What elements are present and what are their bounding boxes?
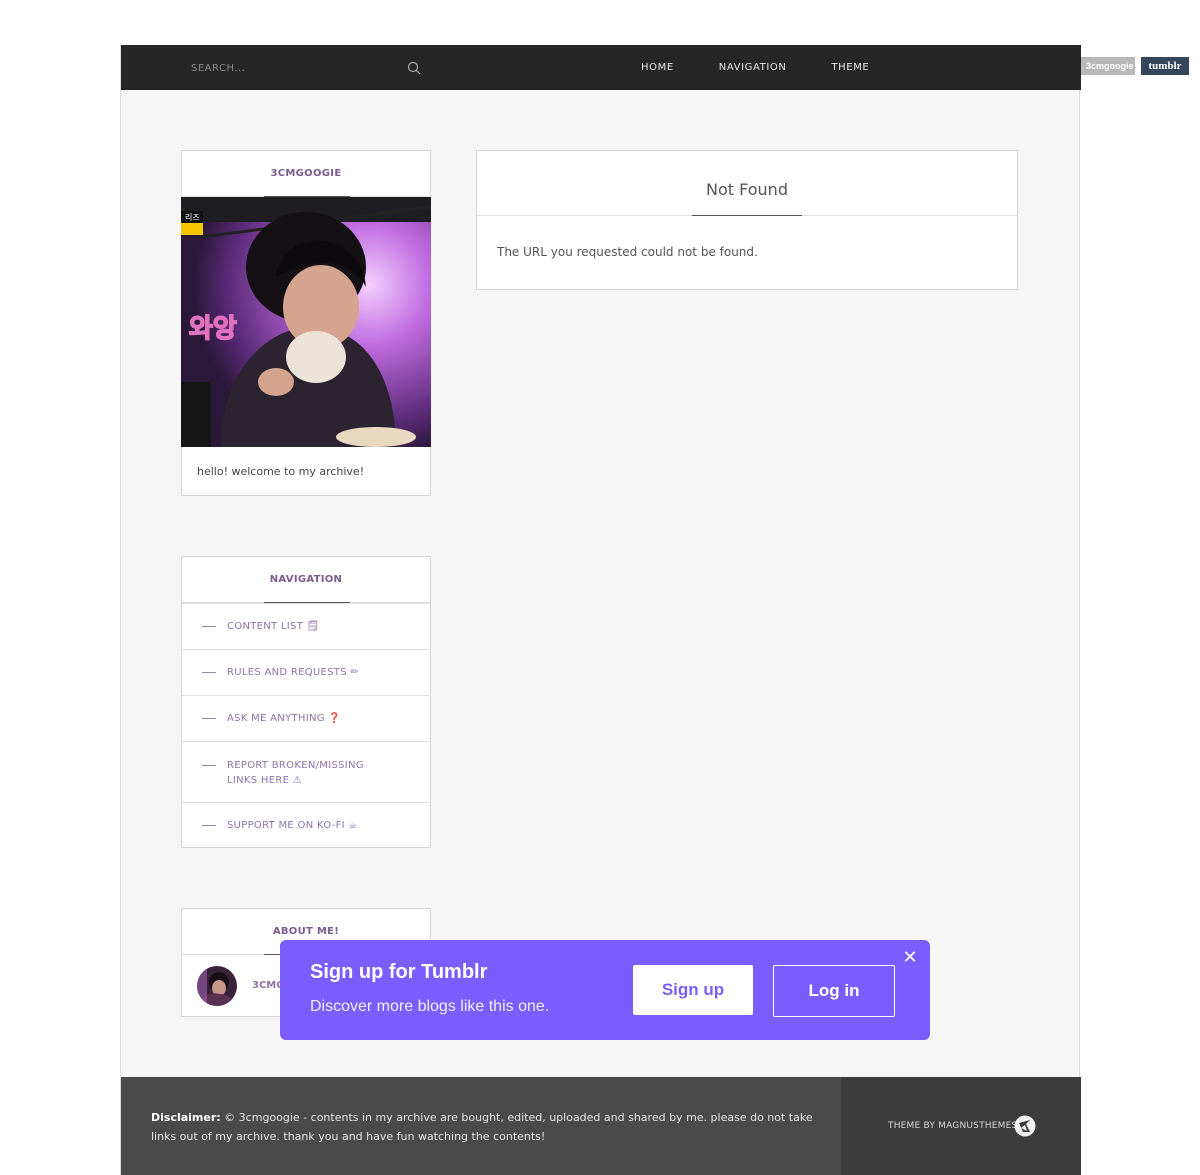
navigation-header: NAVIGATION	[182, 557, 430, 603]
nav-home-link[interactable]: HOME	[641, 62, 674, 73]
nav-item-label: RULES AND REQUESTS ✏	[227, 667, 360, 678]
divider	[692, 215, 802, 216]
disclaimer: Disclaimer: © 3cmgoogie - contents in my…	[151, 1108, 821, 1146]
tumblr-signup-popup: Sign up for Tumblr Discover more blogs l…	[280, 940, 930, 1040]
nav-navigation-link[interactable]: NAVIGATION	[719, 62, 787, 73]
tumblr-controls: 3cmgoogie tumblr	[1080, 57, 1189, 75]
profile-image: 리즈 와앙	[181, 197, 431, 447]
image-corner-text: 리즈	[185, 213, 200, 222]
popup-title: Sign up for Tumblr	[310, 961, 488, 983]
nav-item-kofi[interactable]: SUPPORT ME ON KO-FI ☕	[182, 802, 430, 848]
search-icon[interactable]	[407, 61, 421, 75]
dash-marker	[202, 626, 216, 627]
nav-item-rules[interactable]: RULES AND REQUESTS ✏	[182, 649, 430, 695]
profile-card: 3CMGOOGIE 리즈 와앙 hello! welcome to my arc…	[181, 150, 431, 496]
nav-item-label: CONTENT LIST 🗒	[227, 621, 320, 632]
tumblr-username-badge[interactable]: 3cmgoogie	[1080, 57, 1135, 75]
disclaimer-text: © 3cmgoogie - contents in my archive are…	[151, 1111, 813, 1143]
nav-item-label: ASK ME ANYTHING ❓	[227, 713, 342, 724]
top-nav-links: HOME NAVIGATION THEME	[641, 45, 914, 90]
top-navbar: HOME NAVIGATION THEME	[121, 45, 1081, 90]
dash-marker	[202, 825, 216, 826]
nav-item-content-list[interactable]: CONTENT LIST 🗒	[182, 603, 430, 649]
tumblr-logo-button[interactable]: tumblr	[1141, 57, 1189, 75]
dash-marker	[202, 672, 216, 673]
dash-marker	[202, 718, 216, 719]
footer: Disclaimer: © 3cmgoogie - contents in my…	[121, 1077, 1081, 1175]
dash-marker	[202, 765, 216, 766]
post-card: Not Found The URL you requested could no…	[476, 150, 1018, 290]
nav-item-report-broken[interactable]: REPORT BROKEN/MISSING LINKS HERE ⚠	[182, 741, 430, 802]
magnusthemes-logo-icon[interactable]	[1014, 1115, 1036, 1137]
profile-header: 3CMGOOGIE	[182, 151, 430, 197]
nav-item-label: SUPPORT ME ON KO-FI ☕	[227, 820, 358, 831]
profile-title[interactable]: 3CMGOOGIE	[271, 168, 342, 179]
log-in-button[interactable]: Log in	[773, 965, 895, 1017]
post-body: The URL you requested could not be found…	[497, 245, 758, 259]
nav-item-label: REPORT BROKEN/MISSING LINKS HERE ⚠	[227, 760, 364, 786]
nav-item-ask[interactable]: ASK ME ANYTHING ❓	[182, 695, 430, 741]
profile-description: hello! welcome to my archive!	[197, 465, 365, 478]
page: 3cmgoogie tumblr HOME NAVIGATION THEME 3…	[0, 0, 1200, 1175]
popup-subtitle: Discover more blogs like this one.	[310, 998, 550, 1015]
post-title: Not Found	[706, 180, 788, 199]
theme-credit-link[interactable]: THEME BY MAGNUSTHEMES	[888, 1121, 1017, 1131]
nav-theme-link[interactable]: THEME	[831, 62, 869, 73]
sign-up-button[interactable]: Sign up	[633, 965, 753, 1015]
image-overlay-text: 와앙	[189, 314, 237, 344]
navigation-title: NAVIGATION	[269, 574, 343, 585]
search-input[interactable]	[191, 59, 391, 77]
post-header: Not Found	[477, 151, 1017, 216]
about-title: ABOUT ME!	[272, 926, 340, 937]
navigation-card: NAVIGATION CONTENT LIST 🗒 RULES AND REQU…	[181, 556, 431, 848]
disclaimer-label: Disclaimer:	[151, 1111, 221, 1124]
avatar[interactable]	[197, 966, 237, 1006]
close-icon[interactable]: ✕	[902, 949, 918, 967]
